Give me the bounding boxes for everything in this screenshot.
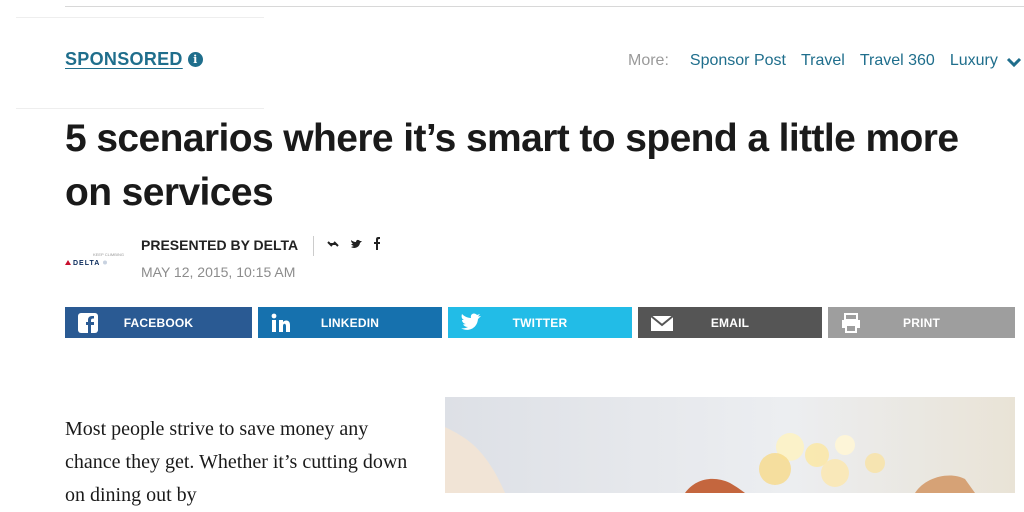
sponsored-text[interactable]: SPONSORED bbox=[65, 49, 183, 70]
more-nav: More: Sponsor Post Travel Travel 360 Lux… bbox=[628, 52, 1022, 70]
presented-by[interactable]: PRESENTED BY DELTA bbox=[141, 237, 298, 253]
article-body: Most people strive to save money any cha… bbox=[65, 418, 408, 506]
more-link-travel-360[interactable]: Travel 360 bbox=[860, 52, 935, 70]
facebook-icon[interactable] bbox=[373, 237, 381, 253]
more-link-sponsor-post[interactable]: Sponsor Post bbox=[690, 52, 786, 70]
email-share-label: EMAIL bbox=[710, 315, 750, 330]
twitter-share-button[interactable]: TWITTER bbox=[448, 307, 632, 338]
share-bar: FACEBOOK LINKEDIN TWITTER EMAIL PRINT bbox=[65, 307, 1015, 338]
more-link-luxury[interactable]: Luxury bbox=[950, 52, 998, 70]
top-divider bbox=[65, 6, 1024, 7]
facebook-share-button[interactable]: FACEBOOK bbox=[65, 307, 252, 338]
print-label: PRINT bbox=[903, 315, 940, 330]
section-divider-bottom bbox=[16, 108, 264, 109]
email-share-button[interactable]: EMAIL bbox=[638, 307, 822, 338]
linkedin-share-label: LINKEDIN bbox=[320, 315, 380, 330]
article-hero-image bbox=[445, 397, 1015, 493]
byline-separator bbox=[313, 236, 314, 256]
section-divider-top bbox=[16, 17, 264, 18]
svg-text:KEEP CLIMBING: KEEP CLIMBING bbox=[93, 252, 124, 257]
byline-share-icons bbox=[326, 237, 381, 253]
facebook-icon bbox=[77, 312, 99, 334]
publish-date: MAY 12, 2015, 10:15 AM bbox=[141, 264, 296, 280]
article-title: 5 scenarios where it’s smart to spend a … bbox=[65, 117, 959, 214]
email-icon bbox=[650, 312, 674, 334]
print-button[interactable]: PRINT bbox=[828, 307, 1015, 338]
linkedin-icon bbox=[270, 312, 292, 334]
svg-text:DELTA: DELTA bbox=[73, 260, 100, 267]
twitter-icon bbox=[460, 312, 482, 334]
chevron-down-icon[interactable] bbox=[1006, 55, 1022, 68]
print-icon bbox=[840, 312, 862, 334]
more-link-travel[interactable]: Travel bbox=[801, 52, 845, 70]
sponsored-label[interactable]: SPONSORED i bbox=[65, 49, 203, 70]
more-label: More: bbox=[628, 52, 669, 69]
linkedin-share-button[interactable]: LINKEDIN bbox=[258, 307, 442, 338]
info-icon[interactable]: i bbox=[187, 52, 203, 67]
delta-logo[interactable]: KEEP CLIMBING DELTA bbox=[65, 250, 129, 268]
link-icon[interactable] bbox=[326, 238, 340, 253]
facebook-share-label: FACEBOOK bbox=[123, 315, 194, 330]
twitter-icon[interactable] bbox=[350, 238, 363, 253]
twitter-share-label: TWITTER bbox=[512, 315, 568, 330]
